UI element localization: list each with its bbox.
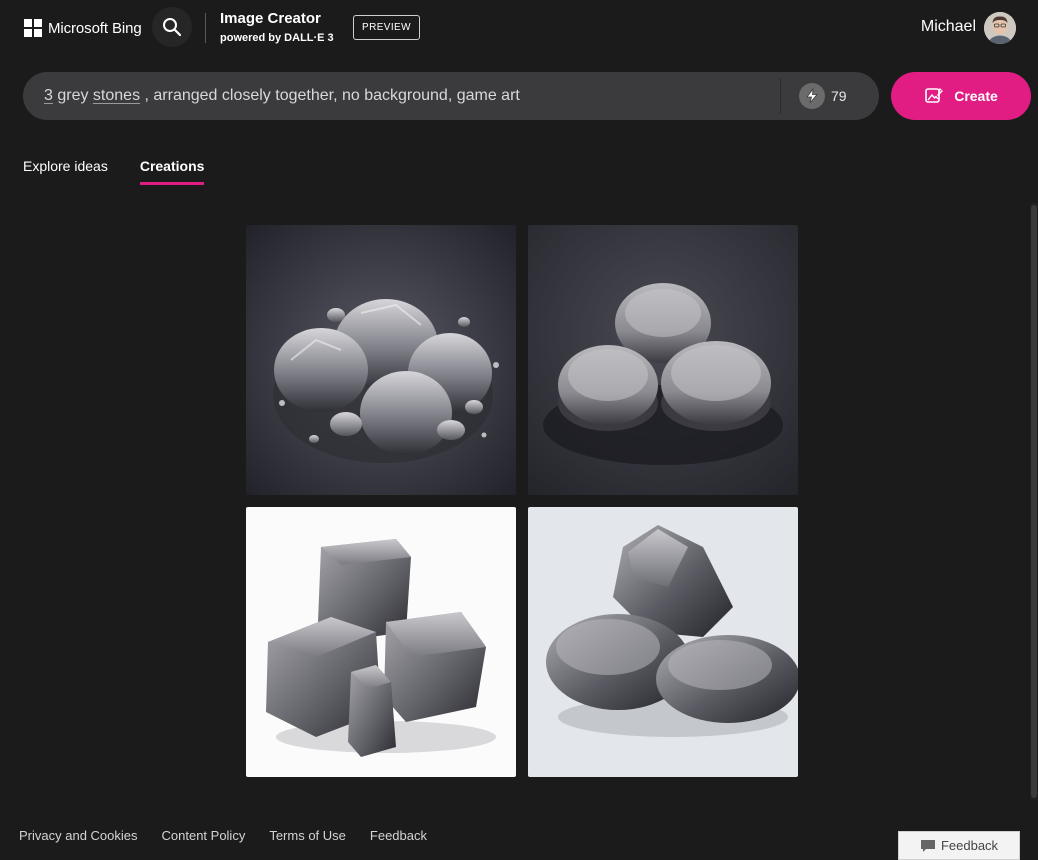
avatar[interactable] (984, 12, 1016, 44)
three-stones-illustration (528, 225, 798, 495)
lightning-icon (799, 83, 825, 109)
feedback-button[interactable]: Feedback (898, 831, 1020, 860)
chat-bubble-icon (920, 839, 935, 852)
stone-image-1[interactable] (246, 225, 516, 495)
user-avatar-icon (984, 12, 1016, 44)
brand-name: Microsoft Bing (48, 19, 142, 37)
scrollbar-thumb[interactable] (1031, 205, 1037, 798)
stone-image-3[interactable] (246, 507, 516, 777)
footer-links: Privacy and Cookies Content Policy Terms… (19, 828, 451, 843)
create-button[interactable]: Create (891, 72, 1031, 120)
prompt-input[interactable]: 3 grey stones , arranged closely togethe… (23, 72, 879, 120)
stone-image-2[interactable] (528, 225, 798, 495)
prompt-token-number[interactable]: 3 (44, 87, 53, 104)
preview-badge: PREVIEW (353, 15, 420, 40)
boost-counter[interactable]: 79 (799, 83, 847, 109)
header-divider (205, 13, 206, 43)
prompt-token-rest: , arranged closely together, no backgrou… (140, 87, 520, 104)
product-title: Image Creator (220, 10, 321, 27)
cube-stones-illustration (246, 507, 516, 777)
footer-link-content-policy[interactable]: Content Policy (162, 828, 246, 843)
microsoft-logo-icon (24, 19, 42, 37)
footer-link-terms[interactable]: Terms of Use (269, 828, 346, 843)
create-button-label: Create (954, 88, 998, 104)
user-name[interactable]: Michael (921, 18, 976, 36)
stone-cluster-illustration (246, 225, 516, 495)
stone-image-4[interactable] (528, 507, 798, 777)
prompt-token-text: grey (52, 87, 93, 104)
top-header: Microsoft Bing Image Creator powered by … (0, 0, 1038, 58)
product-subtitle: powered by DALL·E 3 (220, 32, 334, 44)
feedback-button-label: Feedback (940, 838, 999, 853)
search-icon (163, 18, 182, 37)
footer-link-privacy[interactable]: Privacy and Cookies (19, 828, 138, 843)
prompt-text[interactable]: 3 grey stones , arranged closely togethe… (44, 87, 520, 105)
tab-bar: Explore ideas Creations (23, 158, 236, 185)
tab-creations[interactable]: Creations (139, 158, 205, 185)
boost-count: 79 (831, 88, 847, 104)
prompt-token-stones[interactable]: stones (93, 87, 140, 104)
tab-explore-ideas[interactable]: Explore ideas (23, 158, 108, 185)
product-title-block[interactable]: Image Creator powered by DALL·E 3 (220, 10, 334, 46)
search-button[interactable] (152, 7, 192, 47)
footer-link-feedback[interactable]: Feedback (370, 828, 427, 843)
pebble-stones-illustration (528, 507, 798, 777)
image-create-icon (925, 87, 944, 103)
bing-logo[interactable]: Microsoft Bing (24, 17, 142, 39)
prompt-divider (780, 78, 781, 114)
